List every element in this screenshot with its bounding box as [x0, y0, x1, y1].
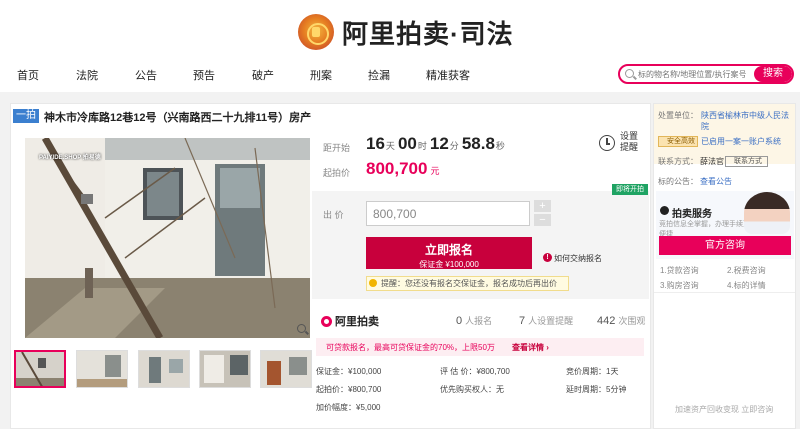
- site-logo[interactable]: 阿里拍卖·司法: [298, 10, 514, 54]
- deposit-note: 保证金 ¥100,000: [419, 260, 479, 269]
- nav-item-bankruptcy[interactable]: 破产: [252, 67, 274, 83]
- safe-badge: 安全高效: [658, 136, 698, 147]
- countdown-hours-unit: 时: [417, 141, 427, 151]
- bid-label: 出 价: [323, 210, 344, 220]
- thumbnail-1[interactable]: [14, 350, 66, 388]
- detail-appraisal: 评 估 价：¥800,700: [440, 367, 510, 376]
- account-system-link[interactable]: 已启用一案一账户系统: [701, 136, 781, 147]
- service-item-purchase[interactable]: 3.购房咨询: [660, 280, 699, 291]
- nav-item-leads[interactable]: 精准获客: [426, 67, 470, 83]
- view-notice-link[interactable]: 查看公告: [700, 176, 732, 187]
- thumbnail-image: [139, 351, 189, 387]
- contact-name: 薛法官: [700, 157, 724, 166]
- ali-auction-logo-icon: [321, 315, 332, 327]
- countdown-hours: 00: [397, 134, 417, 153]
- search-bar: 搜索: [618, 64, 794, 84]
- platform-name: 阿里拍卖: [335, 316, 379, 328]
- listing-title: 神木市冷库路12巷12号（兴南路西二十九排11号）房产: [44, 112, 312, 124]
- thumbnail-2[interactable]: [76, 350, 128, 388]
- zoom-icon[interactable]: [297, 324, 306, 333]
- start-price-label: 起拍价: [323, 168, 351, 178]
- search-input[interactable]: [638, 67, 756, 81]
- search-button[interactable]: 搜索: [754, 66, 792, 82]
- contact-chat-button[interactable]: 联系方式: [725, 156, 768, 167]
- countdown-label: 距开始: [323, 143, 351, 153]
- thumbnail-image: [77, 351, 127, 387]
- signups-label: 人报名: [465, 316, 493, 326]
- thumbnail-image: [261, 351, 311, 387]
- service-title: 拍卖服务: [672, 209, 712, 220]
- apply-button-label: 立即报名: [424, 243, 473, 257]
- thumbnail-3[interactable]: [138, 350, 190, 388]
- lightbulb-icon: [369, 279, 377, 287]
- bid-input[interactable]: [366, 201, 530, 226]
- ali-auction-logo: 阿里拍卖: [321, 313, 379, 329]
- countdown-timer: 16 天 00 时 12 分 58.8 秒: [366, 134, 508, 154]
- apply-now-button[interactable]: 立即报名 保证金 ¥100,000: [366, 237, 532, 269]
- detail-priority: 优先购买权人：无: [440, 385, 504, 394]
- service-item-details[interactable]: 4.标的详情: [727, 280, 766, 291]
- increase-bid-button[interactable]: +: [534, 200, 551, 212]
- set-reminder-link[interactable]: 设置提醒: [620, 131, 638, 153]
- detail-increment: 加价幅度：¥5,000: [316, 403, 381, 412]
- views-count: 442: [597, 315, 616, 327]
- watchers-stat: 7 人设置提醒: [519, 314, 573, 327]
- footer-ad-text[interactable]: 加速资产回收变现 立即咨询: [675, 404, 773, 415]
- start-price: 800,700 元: [366, 159, 439, 179]
- watchers-count: 7: [519, 315, 526, 327]
- countdown-minutes-unit: 分: [449, 141, 459, 151]
- countdown-days: 16: [366, 134, 385, 153]
- nav-item-bargains[interactable]: 捡漏: [368, 67, 390, 83]
- countdown-minutes: 12: [429, 134, 449, 153]
- nav-item-announcements[interactable]: 公告: [135, 67, 157, 83]
- reminder-tip: 提醒：您还没有报名交保证金，报名成功后再出价: [366, 276, 569, 291]
- loan-text: 可贷款报名，最高可贷保证金的70%，上限50万: [326, 343, 495, 352]
- how-to-pay-link[interactable]: 如何交纳报名: [554, 253, 602, 264]
- nav-item-preview[interactable]: 预告: [193, 67, 215, 83]
- start-price-unit: 元: [430, 166, 440, 176]
- service-icon: [660, 206, 669, 215]
- photo-watermark: PAIYIDE.SHOP 拍易德: [39, 155, 101, 161]
- official-consult-button[interactable]: 官方咨询: [659, 236, 791, 255]
- service-agent-avatar: [744, 192, 790, 234]
- brand-name: 阿里拍卖·司法: [342, 18, 514, 49]
- search-icon: [625, 69, 634, 78]
- views-stat: 442 次围观: [597, 314, 645, 327]
- detail-bid-cycle: 竞价周期：1天: [566, 367, 619, 376]
- service-item-loan[interactable]: 1.贷款咨询: [660, 265, 699, 276]
- alarm-clock-icon[interactable]: [599, 135, 615, 151]
- service-item-tax[interactable]: 2.税费咨询: [727, 265, 766, 276]
- detail-start-price: 起拍价：¥800,700: [316, 385, 382, 394]
- court-unit-link[interactable]: 陕西省榆林市中级人民法院: [701, 110, 791, 132]
- thumbnail-5[interactable]: [260, 350, 312, 388]
- side-divider: [654, 292, 795, 293]
- thumbnail-4[interactable]: [199, 350, 251, 388]
- signups-count: 0: [456, 315, 463, 327]
- start-price-value: 800,700: [366, 159, 428, 178]
- thumbnail-image: [200, 351, 250, 387]
- loan-details-link[interactable]: 查看详情 ›: [512, 342, 549, 353]
- notice-label: 标的公告：: [658, 177, 698, 186]
- thumbnail-image: [16, 352, 64, 386]
- detail-deposit: 保证金：¥100,000: [316, 367, 382, 376]
- main-photo[interactable]: PAIYIDE.SHOP 拍易德: [25, 138, 310, 338]
- countdown-seconds-unit: 秒: [495, 141, 505, 151]
- countdown-days-unit: 天: [385, 141, 395, 151]
- contact-label: 联系方式：: [658, 157, 698, 166]
- watchers-label: 人设置提醒: [528, 316, 574, 326]
- court-emblem-icon: [298, 14, 334, 50]
- upcoming-badge: 即将开拍: [612, 184, 648, 195]
- signups-stat: 0 人报名: [456, 314, 492, 327]
- nav-item-courts[interactable]: 法院: [76, 67, 98, 83]
- round-tag: 一拍: [13, 109, 39, 123]
- detail-delay: 延时周期：5分钟: [566, 385, 627, 394]
- nav-item-home[interactable]: 首页: [17, 67, 39, 83]
- countdown-seconds: 58.8: [461, 134, 495, 153]
- info-icon: !: [543, 253, 552, 262]
- nav-item-criminal[interactable]: 刑案: [310, 67, 332, 83]
- property-photo: [25, 138, 310, 338]
- decrease-bid-button[interactable]: −: [534, 214, 551, 226]
- views-label: 次围观: [618, 316, 646, 326]
- court-unit-label: 处置单位：: [658, 111, 698, 120]
